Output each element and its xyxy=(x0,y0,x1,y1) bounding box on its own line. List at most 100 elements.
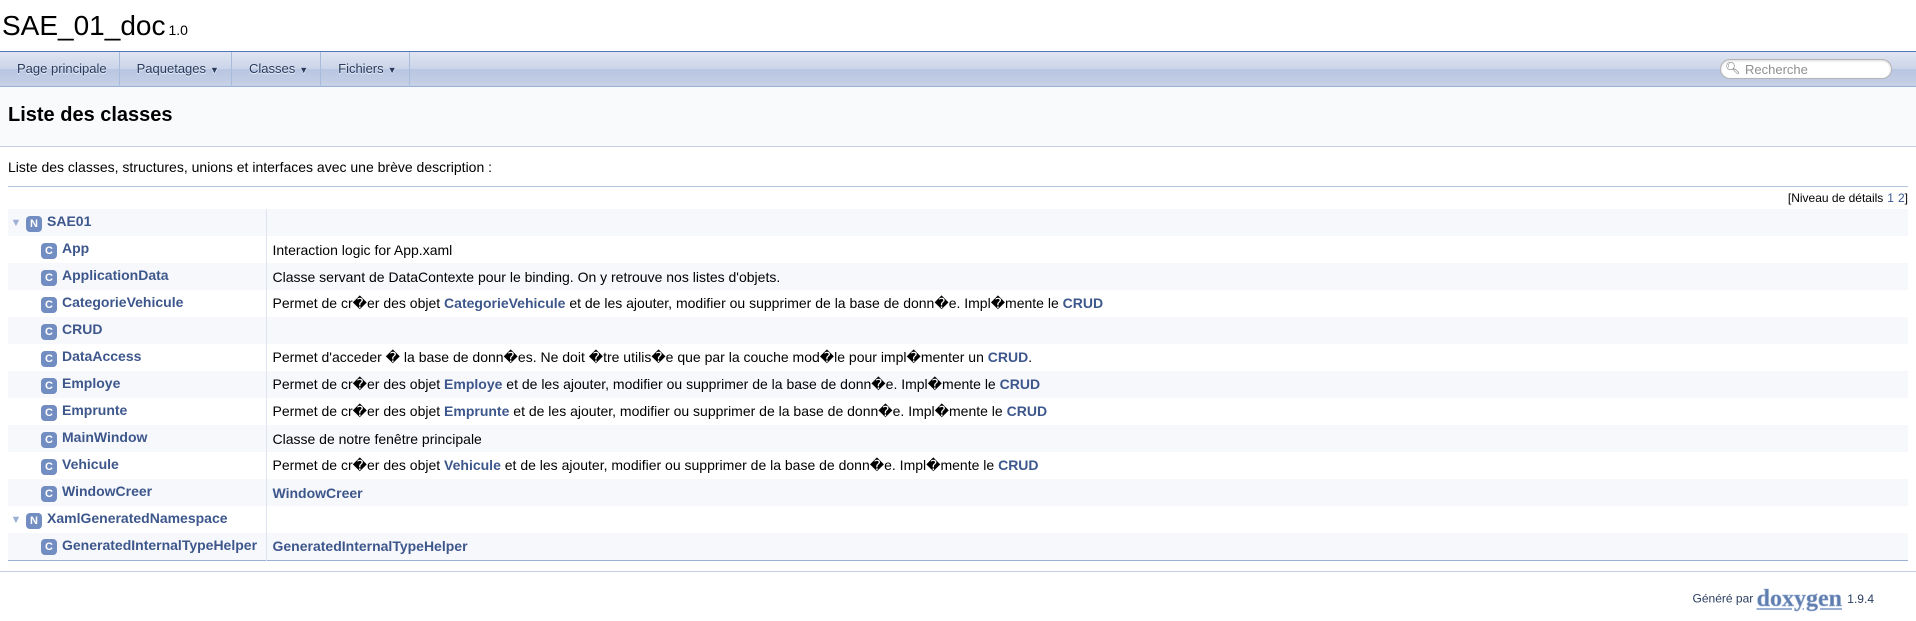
table-row: C MainWindow Classe de notre fenêtre princ… xyxy=(8,425,1908,452)
levels-label: [Niveau de détails xyxy=(1787,191,1884,205)
description-cell: Interaction logic for App.xaml xyxy=(266,236,1908,263)
entry-cell: C CRUD xyxy=(8,317,267,344)
description-cell xyxy=(266,209,1908,236)
description-link[interactable]: CRUD xyxy=(1063,295,1103,311)
contents: Liste des classes, structures, unions et… xyxy=(0,147,1916,561)
level-link-1[interactable]: 1 xyxy=(1887,191,1894,205)
description-cell xyxy=(266,317,1908,344)
description-text: Interaction logic for App.xaml xyxy=(272,241,453,258)
entry-cell: C WindowCreer xyxy=(8,479,267,506)
description-text: Classe de notre fenêtre principale xyxy=(272,430,482,447)
caret-down-icon: ▼ xyxy=(210,65,219,75)
class-icon: C xyxy=(41,404,57,421)
description-text: et de les ajouter, modifier ou supprimer… xyxy=(502,376,1000,392)
class-icon: C xyxy=(41,458,57,475)
description-link[interactable]: WindowCreer xyxy=(273,485,363,501)
description-text: Permet d'acceder � la base de donn�es. N… xyxy=(272,349,988,365)
description-cell: Permet de cr�er des objet Emprunte et de… xyxy=(266,398,1908,425)
class-icon: C xyxy=(41,377,57,394)
search-box[interactable]: 🔍︎ xyxy=(1720,59,1892,79)
class-icon: C xyxy=(41,296,57,313)
description-text: et de les ajouter, modifier ou supprimer… xyxy=(509,403,1007,419)
nav-item-paquetages[interactable]: Paquetages ▼ xyxy=(120,52,232,87)
class-link[interactable]: MainWindow xyxy=(62,429,147,445)
class-link[interactable]: Vehicule xyxy=(62,456,119,472)
description-text: Permet de cr�er des objet xyxy=(272,376,445,392)
doxygen-logo-link[interactable]: doxygen xyxy=(1756,585,1842,612)
description-link[interactable]: CRUD xyxy=(998,457,1038,473)
table-row: C App Interaction logic for App.xaml xyxy=(8,236,1908,263)
class-link[interactable]: Emprunte xyxy=(62,402,127,418)
caret-down-icon: ▼ xyxy=(299,65,309,75)
entry-cell: C MainWindow xyxy=(8,425,267,452)
table-row: ▼ N XamlGeneratedNamespace xyxy=(8,506,1908,533)
nav-item-classes[interactable]: Classes ▼ xyxy=(232,52,322,87)
class-link[interactable]: WindowCreer xyxy=(62,483,152,499)
table-row: C WindowCreer WindowCreer xyxy=(8,479,1908,506)
nav-item-label: Classes xyxy=(248,61,296,76)
class-link[interactable]: Employe xyxy=(62,375,120,391)
description-link[interactable]: CategorieVehicule xyxy=(444,295,565,311)
description-link[interactable]: Vehicule xyxy=(444,457,501,473)
search-icon[interactable]: 🔍︎ xyxy=(1725,61,1740,75)
entry-cell: C DataAccess xyxy=(8,344,267,371)
level-link-2[interactable]: 2 xyxy=(1898,191,1905,205)
class-link[interactable]: SAE01 xyxy=(47,213,91,229)
entry-cell: C App xyxy=(8,236,267,263)
class-link[interactable]: XamlGeneratedNamespace xyxy=(47,510,228,526)
generated-by: Généré par xyxy=(1692,591,1754,606)
description-text: . xyxy=(1028,349,1033,365)
class-list-table: ▼ N SAE01 C App Interaction logic for App.xam… xyxy=(8,209,1908,561)
description-link[interactable]: Employe xyxy=(444,376,502,392)
class-icon: C xyxy=(41,539,57,556)
description-link[interactable]: Emprunte xyxy=(444,403,509,419)
description-cell: Classe de notre fenêtre principale xyxy=(266,425,1908,452)
table-row: C CRUD xyxy=(8,317,1908,344)
description-link[interactable]: GeneratedInternalTypeHelper xyxy=(273,538,468,554)
class-link[interactable]: DataAccess xyxy=(62,348,141,364)
description-cell: Permet de cr�er des objet Employe et de … xyxy=(266,371,1908,398)
entry-cell: C Vehicule xyxy=(8,452,267,479)
class-link[interactable]: App xyxy=(62,240,89,256)
class-link[interactable]: ApplicationData xyxy=(62,267,169,283)
namespace-icon: N xyxy=(26,512,42,529)
table-row: C Vehicule Permet de cr�er des objet Vehic… xyxy=(8,452,1908,479)
description-cell: Classe servant de DataContexte pour le b… xyxy=(266,263,1908,290)
table-row: ▼ N SAE01 xyxy=(8,209,1908,236)
main-nav: Page principale Paquetages ▼ Classes ▼ Fichie… xyxy=(0,52,1916,87)
description-text: et de les ajouter, modifier ou supprimer… xyxy=(565,295,1063,311)
class-link[interactable]: CategorieVehicule xyxy=(62,294,183,310)
description-link[interactable]: CRUD xyxy=(1007,403,1047,419)
detail-levels: [Niveau de détails 1 2] xyxy=(8,187,1908,209)
description-link[interactable]: CRUD xyxy=(988,349,1028,365)
search-input[interactable] xyxy=(1745,61,1885,77)
intro-text: Liste des classes, structures, unions et… xyxy=(8,147,1908,187)
class-icon: C xyxy=(41,242,57,259)
table-row: C CategorieVehicule Permet de cr�er des ob… xyxy=(8,290,1908,317)
table-row: C ApplicationData Classe servant de DataCo… xyxy=(8,263,1908,290)
table-row: C GeneratedInternalTypeHelper GeneratedInt… xyxy=(8,533,1908,560)
entry-cell: C CategorieVehicule xyxy=(8,290,267,317)
class-icon: C xyxy=(41,431,57,448)
class-icon: C xyxy=(41,485,57,502)
nav-item-label: Paquetages xyxy=(136,61,207,76)
expand-arrow-icon[interactable]: ▼ xyxy=(10,514,22,526)
project-name: SAE_01_doc xyxy=(2,10,166,41)
nav-item-fichiers[interactable]: Fichiers ▼ xyxy=(321,52,410,87)
description-cell: Permet de cr�er des objet Vehicule et de… xyxy=(266,452,1908,479)
entry-cell: C GeneratedInternalTypeHelper xyxy=(8,533,267,560)
entry-cell: C Emprunte xyxy=(8,398,267,425)
class-icon: C xyxy=(41,350,57,367)
nav-item-label: Page principale xyxy=(17,61,107,76)
expand-arrow-icon[interactable]: ▼ xyxy=(10,217,22,229)
nav-item-label: Fichiers xyxy=(338,61,384,76)
levels-close: ] xyxy=(1904,191,1908,205)
description-cell: Permet de cr�er des objet CategorieVehic… xyxy=(266,290,1908,317)
description-cell: GeneratedInternalTypeHelper xyxy=(266,533,1908,560)
nav-item-page-principale[interactable]: Page principale xyxy=(0,52,120,87)
description-link[interactable]: CRUD xyxy=(1000,376,1040,392)
class-link[interactable]: GeneratedInternalTypeHelper xyxy=(62,537,257,553)
class-link[interactable]: CRUD xyxy=(62,321,102,337)
class-icon: C xyxy=(41,323,57,340)
doxygen-version: 1.9.4 xyxy=(1847,592,1874,606)
